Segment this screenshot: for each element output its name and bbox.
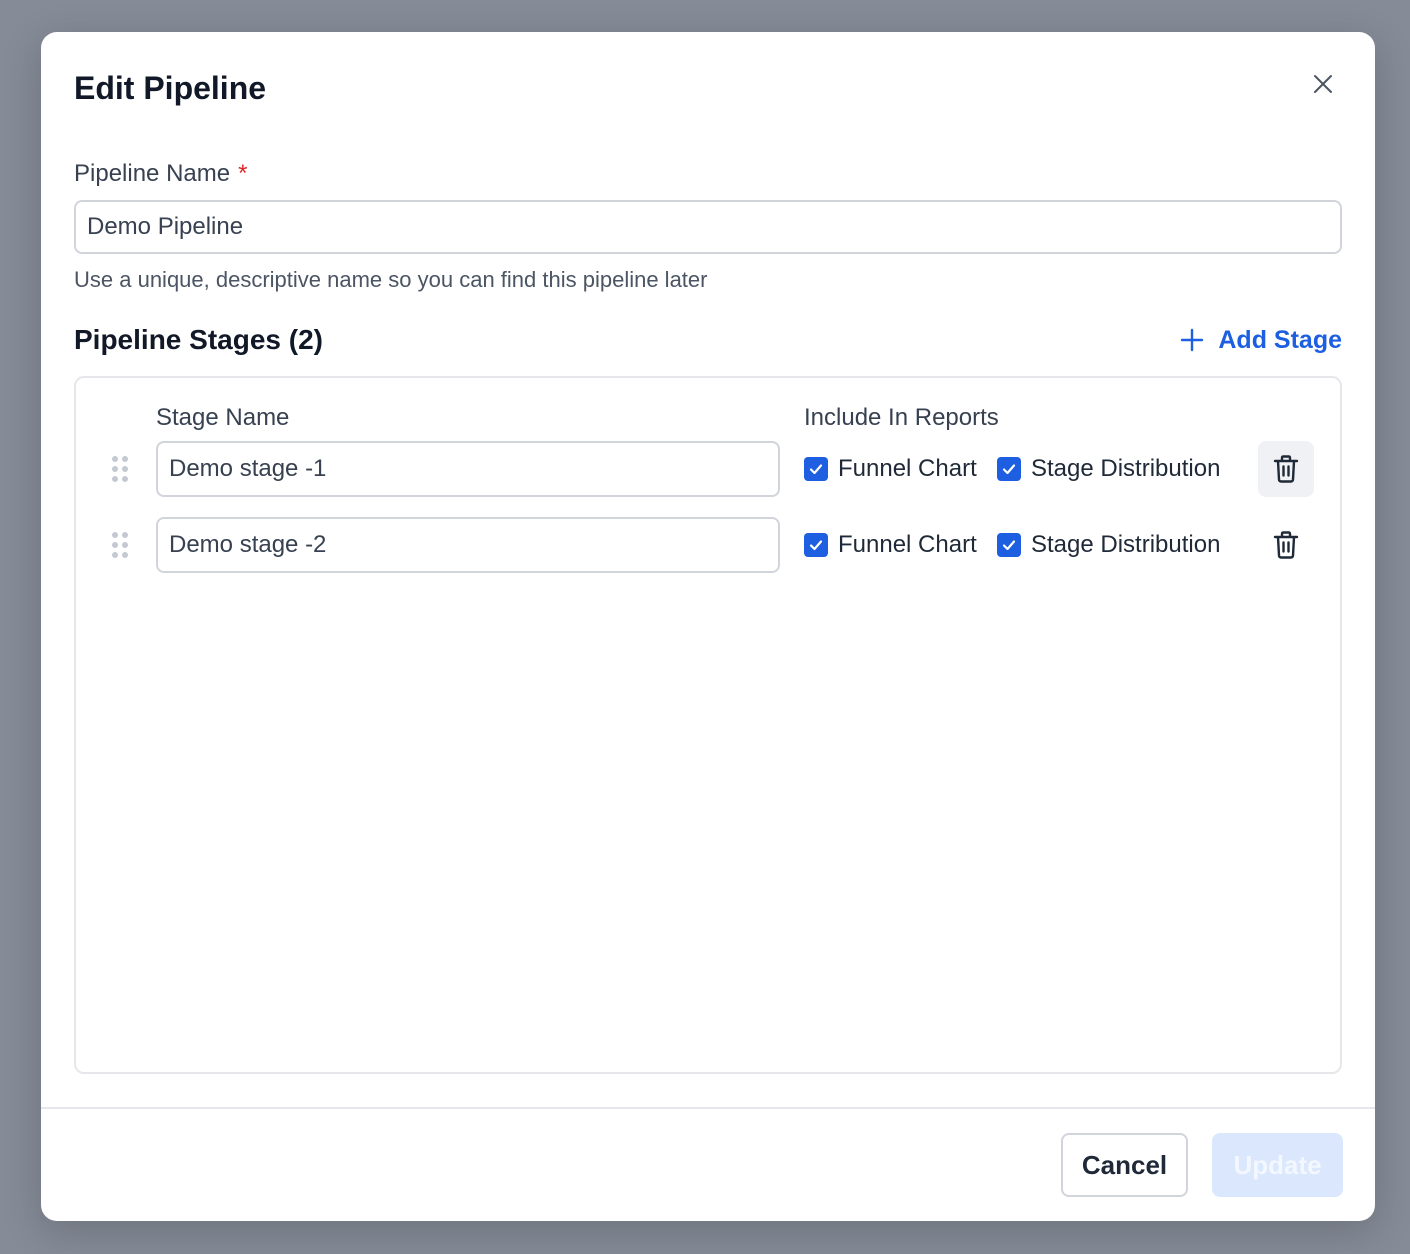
pipeline-name-help-text: Use a unique, descriptive name so you ca… <box>74 267 708 292</box>
close-icon <box>1314 75 1332 93</box>
delete-stage-button[interactable] <box>1258 517 1314 573</box>
pipeline-name-label-text: Pipeline Name <box>74 160 231 187</box>
update-button[interactable]: Update <box>1212 1133 1343 1197</box>
edit-pipeline-dialog: Edit Pipeline Pipeline Name * Use a uniqu… <box>41 32 1375 1221</box>
plus-icon <box>1181 328 1204 352</box>
stage-row: Funnel Chart Stage Distribution <box>76 517 1340 573</box>
stage-distribution-label: Stage Distribution <box>1031 455 1221 482</box>
funnel-chart-checkbox[interactable]: Funnel Chart <box>804 531 977 559</box>
pipeline-name-label: Pipeline Name * <box>74 158 247 190</box>
stage-name-input[interactable] <box>156 441 780 497</box>
drag-handle-icon[interactable] <box>110 531 130 559</box>
pipeline-name-input[interactable] <box>74 200 1342 254</box>
close-button[interactable] <box>1307 68 1339 100</box>
required-marker: * <box>238 160 248 187</box>
checkbox-checked[interactable] <box>997 457 1021 481</box>
checkmark-icon <box>809 540 823 551</box>
add-stage-label: Add Stage <box>1218 325 1342 354</box>
checkbox-checked[interactable] <box>997 533 1021 557</box>
funnel-chart-label: Funnel Chart <box>838 531 977 558</box>
trash-icon <box>1273 531 1299 559</box>
delete-stage-button[interactable] <box>1258 441 1314 497</box>
column-header-include-in-reports: Include In Reports <box>804 404 999 431</box>
stages-table: Stage Name Include In Reports Funnel Cha… <box>74 376 1342 1074</box>
funnel-chart-label: Funnel Chart <box>838 455 977 482</box>
add-stage-button[interactable]: Add Stage <box>1180 322 1342 358</box>
stage-name-input[interactable] <box>156 517 780 573</box>
checkmark-icon <box>1002 464 1016 475</box>
stage-row: Funnel Chart Stage Distribution <box>76 441 1340 497</box>
pipeline-stages-title: Pipeline Stages (2) <box>74 324 323 355</box>
stage-distribution-label: Stage Distribution <box>1031 531 1221 558</box>
drag-handle-icon[interactable] <box>110 455 130 483</box>
column-header-stage-name: Stage Name <box>156 404 290 431</box>
checkbox-checked[interactable] <box>804 457 828 481</box>
funnel-chart-checkbox[interactable]: Funnel Chart <box>804 455 977 483</box>
stage-distribution-checkbox[interactable]: Stage Distribution <box>997 531 1220 559</box>
checkbox-checked[interactable] <box>804 533 828 557</box>
checkmark-icon <box>1002 540 1016 551</box>
footer-divider <box>41 1107 1375 1109</box>
checkmark-icon <box>809 464 823 475</box>
dialog-title: Edit Pipeline <box>74 70 267 106</box>
stage-distribution-checkbox[interactable]: Stage Distribution <box>997 455 1220 483</box>
trash-icon <box>1273 455 1299 483</box>
cancel-button[interactable]: Cancel <box>1061 1133 1188 1197</box>
